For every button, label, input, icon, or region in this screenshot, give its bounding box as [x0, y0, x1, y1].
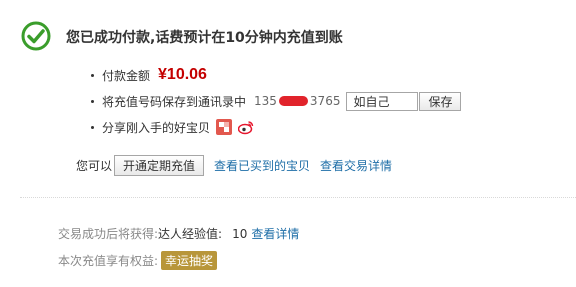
save-contact-label: 将充值号码保存到通讯录中 [102, 94, 247, 109]
view-trade-detail-link[interactable]: 查看交易详情 [320, 157, 392, 174]
periodic-recharge-button[interactable]: 开通定期充值 [114, 155, 205, 176]
save-contact-row: 将充值号码保存到通讯录中 135 3765 保存 [91, 88, 462, 114]
phone-mask [278, 96, 308, 106]
reward-exp-row: 交易成功后将获得: 达人经验值: 10 查看详情 [58, 225, 299, 242]
actions-bar: 您可以 开通定期充值 查看已买到的宝贝 查看交易详情 [76, 155, 402, 176]
share-row: 分享刚入手的好宝贝 [91, 114, 461, 140]
divider [20, 197, 576, 198]
reward-gain-label: 交易成功后将获得: [58, 227, 159, 241]
reward-rights-row: 本次充值享有权益: 幸运抽奖 [58, 251, 218, 270]
lottery-badge[interactable]: 幸运抽奖 [161, 251, 218, 270]
view-purchased-link[interactable]: 查看已买到的宝贝 [214, 157, 310, 174]
page-title: 您已成功付款,话费预计在10分钟内充值到账 [66, 30, 343, 46]
share-label: 分享刚入手的好宝贝 [102, 120, 211, 135]
bullet [91, 99, 94, 103]
success-check-icon [21, 21, 51, 51]
weibo-icon[interactable] [238, 119, 254, 135]
phone-suffix: 3765 [309, 94, 341, 108]
amount-value: ¥10.06 [158, 66, 207, 83]
rights-label: 本次充值享有权益: [58, 254, 159, 268]
amount-label: 付款金额 [102, 68, 151, 83]
save-button[interactable]: 保存 [419, 91, 462, 111]
bullet [91, 73, 94, 77]
payment-success-page: 您已成功付款,话费预计在10分钟内充值到账 付款金额 ¥10.06 将充值号码保… [0, 0, 576, 287]
payment-info-list: 付款金额 ¥10.06 将充值号码保存到通讯录中 135 3765 保存 分享刚… [91, 62, 462, 140]
amount-row: 付款金额 ¥10.06 [91, 62, 461, 88]
exp-label: 达人经验值: [158, 227, 223, 241]
share-qzone-icon[interactable] [216, 119, 233, 135]
exp-detail-link[interactable]: 查看详情 [251, 225, 299, 242]
bullet [91, 125, 94, 129]
phone-prefix: 135 [254, 94, 277, 108]
contact-name-input[interactable] [346, 91, 419, 111]
exp-value: 10 [232, 226, 248, 241]
actions-prefix: 您可以 [76, 159, 113, 173]
phone-number: 135 3765 [254, 94, 340, 108]
